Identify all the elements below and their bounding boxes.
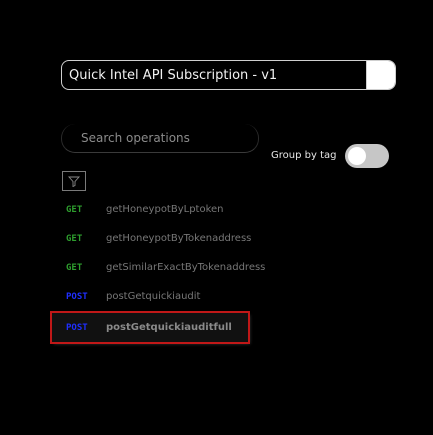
api-selector-dropdown-button[interactable] [366,61,395,89]
operation-item-get-honeypot-by-lptoken[interactable]: GET getHoneypotByLptoken [52,195,412,224]
operation-method: GET [66,233,83,244]
filter-button[interactable] [62,171,86,191]
operation-item-post-getquickiauditfull[interactable]: POST postGetquickiauditfull [50,311,250,344]
operation-method: POST [66,322,88,333]
group-by-tag-toggle[interactable] [345,144,389,168]
operations-list: GET getHoneypotByLptoken GET getHoneypot… [50,195,412,344]
operation-name: getHoneypotByLptoken [106,204,224,215]
search-operations-input[interactable] [62,124,258,152]
toggle-knob [348,147,366,165]
operation-item-get-similar-exact-by-tokenaddress[interactable]: GET getSimilarExactByTokenaddress [52,253,412,282]
api-selector-label: Quick Intel API Subscription - v1 [69,67,278,83]
operation-method: POST [66,291,88,302]
operation-method: GET [66,262,83,273]
operation-item-post-getquickiaudit[interactable]: POST postGetquickiaudit [52,282,412,311]
operation-name: postGetquickiauditfull [106,322,232,333]
operation-method: GET [66,204,83,215]
api-selector[interactable]: Quick Intel API Subscription - v1 [61,60,396,90]
filter-icon [67,172,81,191]
operation-name: getHoneypotByTokenaddress [106,233,252,244]
operation-item-get-honeypot-by-tokenaddress[interactable]: GET getHoneypotByTokenaddress [52,224,412,253]
search-operations-box [61,124,259,153]
operation-name: postGetquickiaudit [106,291,201,302]
group-by-tag-label: Group by tag [271,150,337,161]
operation-name: getSimilarExactByTokenaddress [106,262,266,273]
